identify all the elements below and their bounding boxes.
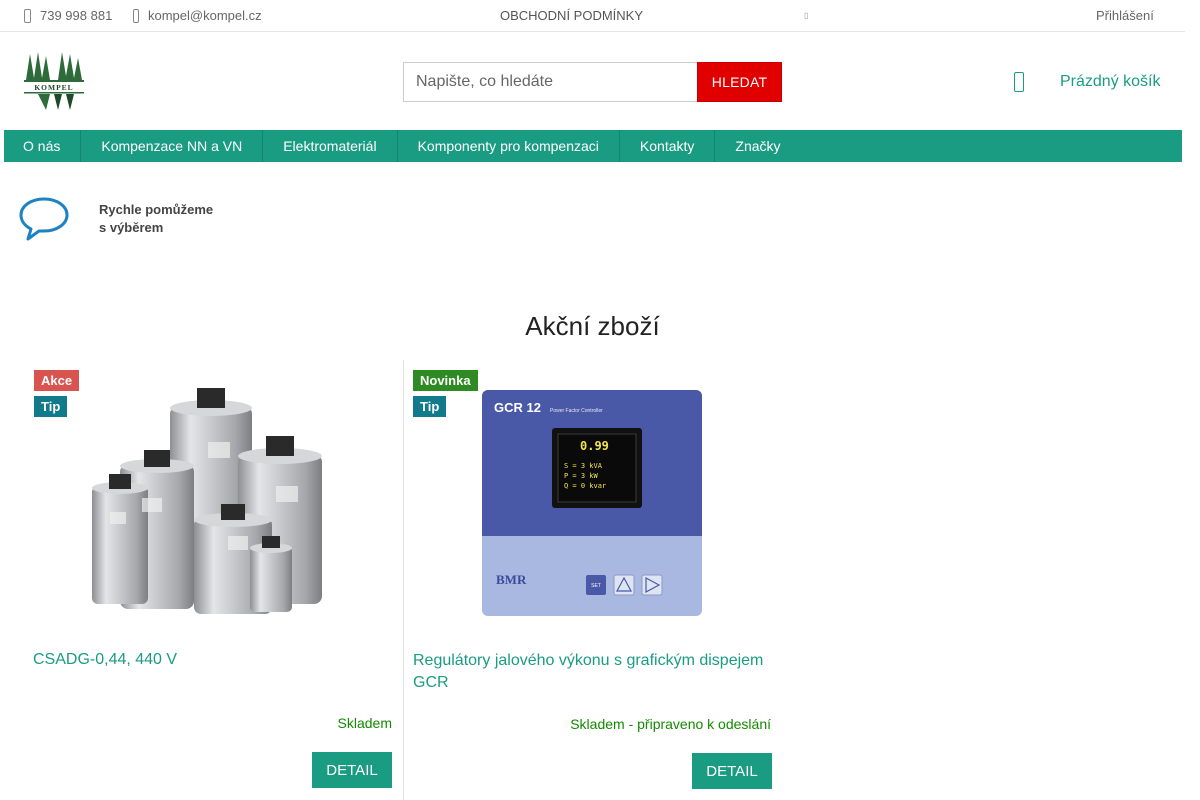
- nav-item-znacky[interactable]: Značky: [715, 130, 800, 162]
- phone-icon: [24, 8, 31, 23]
- chat-bubble-icon: [19, 197, 69, 241]
- display-value: 0.99: [580, 439, 609, 453]
- badge-tip: Tip: [413, 396, 447, 417]
- detail-button[interactable]: DETAIL: [692, 753, 772, 789]
- device-key-label: SET: [591, 583, 601, 589]
- display-line-3: P = 3 kW: [564, 472, 599, 480]
- display-line-2: S = 3 kVA: [564, 462, 603, 470]
- cart-link[interactable]: Prázdný košík: [1014, 68, 1160, 96]
- cart-label: Prázdný košík: [1060, 73, 1161, 90]
- terms-link[interactable]: OBCHODNÍ PODMÍNKY: [500, 0, 643, 31]
- section-title: Akční zboží: [525, 311, 660, 341]
- display-line-4: Q = 0 kvar: [564, 482, 606, 490]
- device-model: GCR 12: [494, 400, 541, 415]
- search-form: HLEDAT: [403, 62, 782, 102]
- product-image[interactable]: [90, 386, 330, 623]
- nav-item-elektromaterial[interactable]: Elektromateriál: [263, 130, 398, 162]
- nav-item-kontakty[interactable]: Kontakty: [620, 130, 716, 162]
- phone-number: 739 998 881: [40, 8, 113, 23]
- topbar-email[interactable]: kompel@kompel.cz: [133, 0, 262, 31]
- nav-item-kompenzace[interactable]: Kompenzace NN a VN: [81, 130, 264, 162]
- dropdown-icon[interactable]: ▯: [804, 0, 808, 31]
- logo-text: KOMPEL: [34, 83, 73, 92]
- main-nav: O nás Kompenzace NN a VN Elektromateriál…: [4, 130, 1182, 162]
- badge-tip: Tip: [34, 396, 68, 417]
- stock-status: Skladem - připraveno k odeslání: [570, 716, 771, 732]
- product-name[interactable]: Regulátory jalového výkonu s grafickým d…: [413, 650, 773, 694]
- help-line-2: s výběrem: [99, 220, 164, 235]
- help-banner[interactable]: Rychle pomůžeme s výběrem: [18, 196, 213, 242]
- email-address: kompel@kompel.cz: [148, 8, 262, 23]
- logo-image: KOMPEL: [24, 50, 84, 112]
- nav-item-komponenty[interactable]: Komponenty pro kompenzaci: [398, 130, 620, 162]
- topbar-phone[interactable]: 739 998 881: [24, 0, 112, 31]
- product-image[interactable]: GCR 12 Power Factor Controller 0.99 S = …: [480, 388, 704, 623]
- login-link[interactable]: Přihlášení: [1096, 0, 1154, 31]
- stock-status: Skladem: [337, 715, 392, 731]
- product-name[interactable]: CSADG-0,44, 440 V: [33, 649, 177, 671]
- cart-icon: [1014, 72, 1024, 92]
- device-subtitle: Power Factor Controller: [550, 408, 603, 414]
- capacitor-image: [92, 388, 322, 614]
- help-text: Rychle pomůžeme s výběrem: [99, 201, 213, 237]
- top-bar: 739 998 881 kompel@kompel.cz OBCHODNÍ PO…: [0, 0, 1185, 32]
- badge-novinka: Novinka: [413, 370, 478, 391]
- logo[interactable]: KOMPEL: [24, 50, 84, 112]
- product-card: Novinka Tip GCR 12 Power Factor Controll…: [403, 360, 781, 800]
- product-card: Akce Tip CSADG-0,44, 440 V Skladem DETAI…: [24, 360, 402, 800]
- search-input[interactable]: [403, 62, 697, 102]
- nav-item-o-nas[interactable]: O nás: [4, 130, 82, 162]
- device-brand: BMR: [496, 572, 527, 587]
- search-button[interactable]: HLEDAT: [697, 62, 782, 102]
- detail-button[interactable]: DETAIL: [312, 752, 392, 788]
- controller-image: GCR 12 Power Factor Controller 0.99 S = …: [482, 390, 702, 616]
- badge-akce: Akce: [34, 370, 80, 391]
- help-line-1: Rychle pomůžeme: [99, 202, 214, 217]
- mail-icon: [133, 8, 139, 23]
